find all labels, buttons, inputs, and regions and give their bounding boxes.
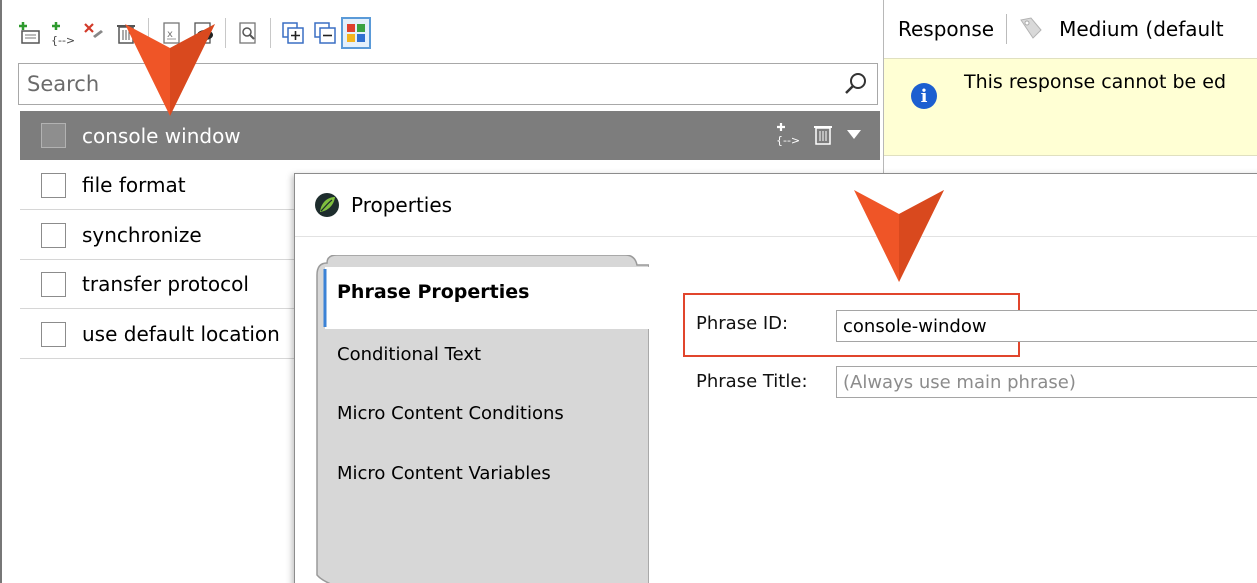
callout-arrow-icon [854, 190, 944, 282]
tab-micro-content-conditions[interactable]: Micro Content Conditions [337, 403, 564, 424]
expand-all-icon [282, 22, 304, 44]
add-phrase-variant-icon[interactable]: {--> [774, 122, 800, 146]
tab-phrase-properties[interactable]: Phrase Properties [337, 281, 529, 303]
phrase-label: file format [82, 173, 186, 197]
medium-selector[interactable]: Medium (default [1059, 17, 1224, 41]
toolbar-separator [1006, 14, 1008, 44]
grid-view-icon [347, 24, 365, 42]
tab-conditional-text[interactable]: Conditional Text [337, 344, 481, 365]
callout-arrow-icon [125, 24, 215, 116]
phrase-title-field[interactable] [836, 366, 1257, 398]
tab-strip: Phrase Properties Conditional Text Micro… [315, 255, 649, 583]
phrase-label: use default location [82, 322, 280, 346]
list-item[interactable]: console window {--> [20, 111, 880, 160]
add-phrase-variant-icon: {--> [51, 22, 75, 46]
info-icon: i [911, 83, 937, 109]
add-phrase-icon [19, 22, 40, 44]
expand-all-button[interactable] [277, 15, 309, 51]
collapse-all-button[interactable] [309, 15, 341, 51]
tab-micro-content-variables[interactable]: Micro Content Variables [337, 463, 551, 484]
medium-icon[interactable] [1015, 14, 1045, 44]
row-checkbox[interactable] [41, 172, 66, 198]
dialog-title: Properties [351, 193, 453, 217]
phrase-label: console window [82, 123, 241, 148]
add-phrase-variant-button[interactable]: {--> [46, 15, 78, 51]
phrase-title-label: Phrase Title: [696, 371, 808, 392]
toolbar-separator [270, 18, 271, 48]
add-phrase-button[interactable] [14, 15, 46, 51]
phrase-label: synchronize [82, 223, 202, 247]
collapse-all-icon [314, 22, 336, 44]
trash-icon[interactable] [812, 122, 834, 146]
find-button[interactable] [232, 15, 264, 51]
find-icon [239, 22, 256, 44]
info-bar: i This response cannot be ed [884, 58, 1257, 156]
dialog-title-bar: Properties [295, 174, 1257, 236]
response-title: Response [898, 17, 995, 41]
response-toolbar: Response Medium (default [884, 0, 1257, 58]
toolbar-separator [225, 18, 226, 48]
grid-view-button[interactable] [341, 17, 371, 49]
row-checkbox[interactable] [41, 222, 66, 248]
svg-text:{-->: {--> [51, 34, 75, 46]
row-checkbox[interactable] [41, 271, 66, 297]
row-checkbox[interactable] [41, 123, 66, 148]
dialog-body: Phrase Properties Conditional Text Micro… [295, 236, 1257, 583]
phrase-id-field[interactable] [836, 310, 1257, 342]
row-checkbox[interactable] [41, 321, 66, 347]
phrase-label: transfer protocol [82, 272, 249, 296]
info-message: This response cannot be ed [964, 71, 1227, 93]
row-actions: {--> [774, 122, 862, 146]
properties-dialog: Properties Phrase Properties Conditional… [294, 173, 1257, 583]
delete-phrase-icon [84, 23, 103, 38]
svg-text:{-->: {--> [776, 134, 800, 146]
dropdown-arrow-icon[interactable] [846, 127, 862, 141]
flare-logo-icon [315, 193, 339, 217]
delete-phrase-button[interactable] [78, 15, 110, 51]
search-icon[interactable] [843, 71, 869, 97]
phrase-id-label: Phrase ID: [696, 313, 789, 334]
